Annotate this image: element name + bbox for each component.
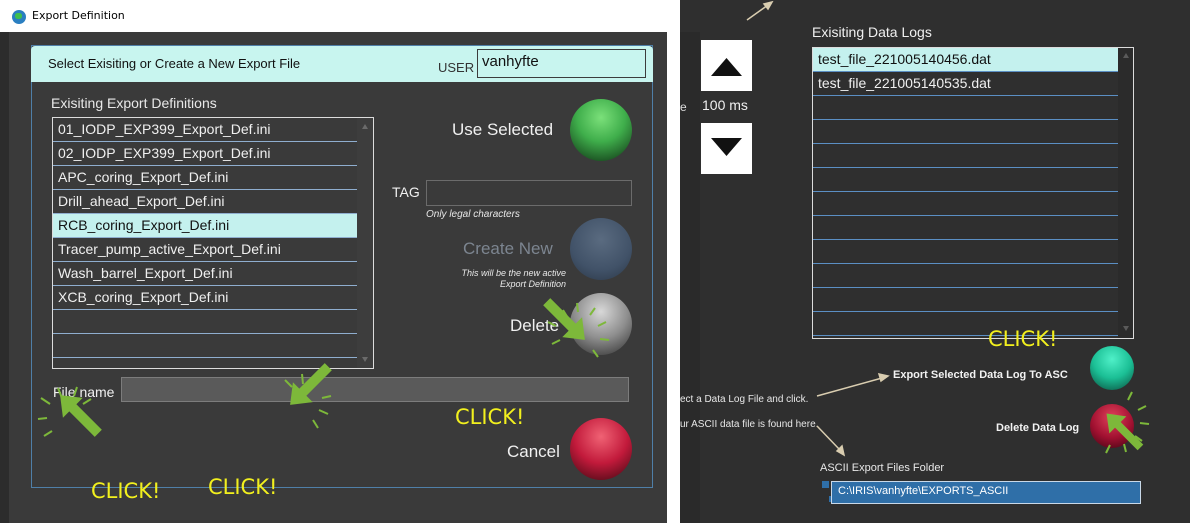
pointer-arrow-icon [1106, 413, 1144, 451]
pointer-arrow-icon [543, 298, 585, 340]
pointer-arrow-icon [290, 363, 332, 405]
annotation-overlay [37, 298, 610, 437]
pointer-arrow-icon [60, 395, 102, 437]
pointer-line-icon [746, 0, 890, 457]
right-annotation-overlay [746, 0, 1150, 457]
